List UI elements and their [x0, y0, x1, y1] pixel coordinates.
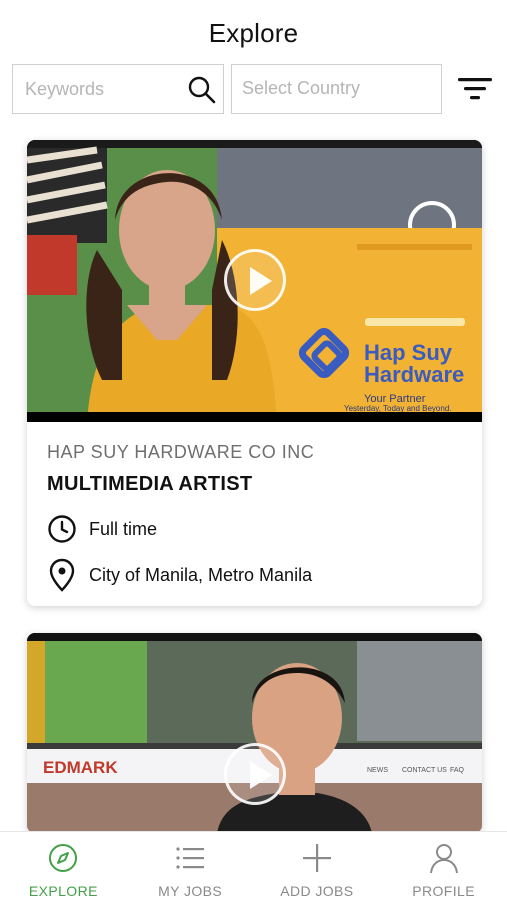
keywords-input[interactable]: Keywords: [12, 64, 224, 114]
play-button[interactable]: [224, 249, 286, 311]
tab-label: MY JOBS: [158, 883, 223, 899]
tab-add-jobs[interactable]: ADD JOBS: [254, 832, 381, 900]
play-button[interactable]: [224, 743, 286, 805]
video-brand-text-2: Hardware: [364, 362, 464, 387]
job-location-row: City of Manila, Metro Manila: [47, 558, 467, 592]
video-brand-text-3: CONTACT US: [402, 767, 447, 774]
video-brand-text-4: Yesterday, Today and Beyond.: [344, 404, 452, 413]
list-icon: [176, 847, 205, 869]
job-info: HAP SUY HARDWARE CO INC MULTIMEDIA ARTIS…: [47, 442, 467, 592]
tab-label: PROFILE: [412, 883, 475, 899]
search-row: Keywords Select Country: [12, 64, 497, 114]
tab-my-jobs[interactable]: MY JOBS: [127, 832, 254, 900]
bottom-tab-bar: EXPLORE MY JOBS ADD JOBS PROFILE: [0, 831, 507, 900]
country-placeholder: Select Country: [242, 78, 361, 98]
video-brand-text-2: NEWS: [367, 767, 388, 774]
job-video-thumbnail[interactable]: EDMARK NEWS CONTACT US FAQ: [27, 633, 482, 833]
filter-icon[interactable]: [456, 74, 496, 104]
job-video-thumbnail[interactable]: Hap Suy Hardware Your Partner Yesterday,…: [27, 140, 482, 422]
job-title: MULTIMEDIA ARTIST: [47, 473, 253, 495]
keywords-placeholder: Keywords: [25, 79, 105, 99]
tab-explore[interactable]: EXPLORE: [0, 832, 127, 900]
clock-icon: [48, 515, 76, 543]
company-name: HAP SUY HARDWARE CO INC: [47, 442, 315, 462]
tab-profile[interactable]: PROFILE: [380, 832, 507, 900]
job-card[interactable]: EDMARK NEWS CONTACT US FAQ: [27, 633, 482, 833]
job-location: City of Manila, Metro Manila: [89, 564, 313, 585]
tab-label: ADD JOBS: [280, 883, 354, 899]
tab-label: EXPLORE: [28, 883, 98, 899]
job-type-row: Full time: [47, 512, 467, 546]
country-select[interactable]: Select Country: [231, 64, 442, 114]
video-brand-text-4: FAQ: [450, 767, 465, 774]
job-card[interactable]: Hap Suy Hardware Your Partner Yesterday,…: [27, 140, 482, 606]
user-icon: [429, 844, 458, 874]
compass-icon: [49, 844, 78, 872]
video-brand-text-1: EDMARK: [43, 758, 118, 777]
plus-icon: [302, 844, 331, 872]
location-pin-icon: [49, 558, 75, 592]
search-icon[interactable]: [187, 75, 217, 105]
job-type: Full time: [89, 518, 158, 539]
header: Explore: [0, 0, 507, 60]
page-title: Explore: [208, 18, 299, 48]
